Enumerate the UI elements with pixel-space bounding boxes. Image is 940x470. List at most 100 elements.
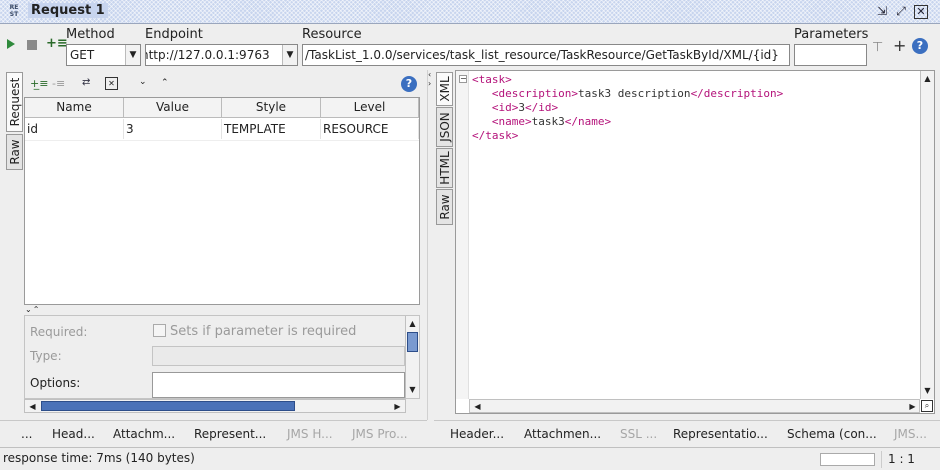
cursor-position: 1 : 1 [888, 452, 915, 466]
xml-line-task-open: <task> [472, 73, 512, 87]
search-icon[interactable]: ⌕ [921, 400, 933, 412]
xml-tag: </name> [564, 115, 612, 128]
clear-icon[interactable]: ✕ [105, 77, 118, 90]
tab-request[interactable]: Request [6, 72, 23, 132]
remove-param-icon[interactable]: -≡ [52, 77, 65, 90]
xml-line-id: <id>3</id> [472, 101, 558, 115]
param-details-panel: Required: Sets if parameter is required … [24, 315, 420, 399]
tab-response-headers[interactable]: Header... [450, 427, 504, 441]
tab-ssl-info[interactable]: SSL ... [620, 427, 657, 441]
scroll-down-icon[interactable]: ▼ [406, 383, 419, 396]
xml-line-name: <name>task3</name> [472, 115, 611, 129]
tab-response-representations[interactable]: Representatio... [673, 427, 768, 441]
response-hscrollbar[interactable]: ◀ ▶ [469, 399, 920, 413]
scroll-thumb[interactable] [407, 332, 418, 352]
scroll-up-icon[interactable]: ▲ [406, 317, 419, 330]
stop-button[interactable] [27, 40, 37, 50]
tab-html[interactable]: HTML [436, 148, 453, 188]
resource-label: Resource [302, 27, 362, 42]
tab-request-label: Request [7, 77, 22, 127]
move-down-icon[interactable]: ⌄ [139, 77, 147, 87]
add-to-testcase-icon[interactable]: +≡ [46, 36, 68, 51]
xml-tag: <task> [472, 73, 512, 86]
method-select[interactable]: GET ▼ [66, 44, 141, 66]
chevron-down-icon: ▼ [125, 45, 140, 65]
resource-input[interactable] [303, 45, 789, 65]
tab-json-label: JSON [437, 112, 452, 142]
parameters-label: Parameters [794, 27, 869, 42]
response-time-text: response time: 7ms (140 bytes) [3, 451, 195, 465]
param-value-cell[interactable]: 3 [124, 119, 222, 139]
column-header-style[interactable]: Style [222, 98, 321, 118]
scroll-up-icon[interactable]: ▲ [921, 72, 934, 85]
tab-json[interactable]: JSON [436, 107, 453, 147]
dock-icon[interactable]: ⇲ [874, 4, 890, 20]
tab-xml[interactable]: XML [436, 72, 453, 106]
xml-text: 3 [518, 101, 525, 114]
column-header-level[interactable]: Level [321, 98, 419, 118]
column-header-value[interactable]: Value [124, 98, 222, 118]
tab-strip-divider [0, 420, 427, 421]
param-style-cell[interactable]: TEMPLATE [222, 119, 321, 139]
required-label: Required: [30, 325, 88, 339]
move-up-icon[interactable]: ⌃ [161, 78, 169, 88]
endpoint-select[interactable]: http://127.0.0.1:9763 ▼ [145, 44, 298, 66]
chevron-down-icon: ▼ [282, 45, 297, 65]
tab-jms-properties[interactable]: JMS Pro... [352, 427, 408, 441]
add-param-icon[interactable]: +̲≡ [30, 77, 48, 90]
parameters-field[interactable] [794, 44, 867, 66]
required-checkbox[interactable] [153, 324, 166, 337]
tab-response-attachments[interactable]: Attachmen... [524, 427, 601, 441]
column-header-name[interactable]: Name [25, 98, 124, 118]
param-name-cell[interactable]: id [25, 119, 124, 139]
tab-attachments[interactable]: Attachm... [113, 427, 175, 441]
tab-html-label: HTML [437, 151, 452, 185]
help-icon[interactable]: ? [912, 38, 928, 54]
run-button[interactable] [6, 38, 16, 50]
split-arrows-icon[interactable]: ‹ › [428, 70, 431, 88]
fold-gutter [456, 71, 469, 399]
title-bar: RE ST Request 1 ⇲ ⤢ ✕ [0, 0, 940, 24]
split-divider[interactable] [427, 70, 428, 420]
tab-raw-response[interactable]: Raw [436, 189, 453, 225]
tab-headers[interactable]: Head... [52, 427, 95, 441]
collapse-icon[interactable]: − [459, 75, 467, 83]
options-field[interactable] [152, 372, 405, 398]
xml-text: task3 [531, 115, 565, 128]
maximize-icon[interactable]: ⤢ [893, 4, 909, 20]
param-level-cell[interactable]: RESOURCE [321, 119, 419, 139]
details-vscrollbar[interactable]: ▲ ▼ [405, 316, 419, 398]
scroll-left-icon[interactable]: ◀ [26, 400, 39, 413]
row-divider [25, 140, 419, 141]
parameters-input[interactable] [795, 45, 866, 65]
scroll-right-icon[interactable]: ▶ [391, 400, 404, 413]
url-encode-icon[interactable]: ⇄ [82, 77, 90, 88]
required-checkbox-label: Sets if parameter is required [170, 324, 357, 339]
scroll-down-icon[interactable]: ▼ [921, 384, 934, 397]
scroll-right-icon[interactable]: ▶ [906, 400, 919, 413]
tab-schema[interactable]: Schema (con... [787, 427, 877, 441]
type-field[interactable] [152, 346, 405, 366]
extract-params-icon[interactable]: ⊤ [872, 40, 883, 55]
xml-tag: </task> [472, 129, 519, 142]
response-vscrollbar[interactable]: ▲ ▼ [920, 71, 934, 399]
help-icon[interactable]: ? [401, 76, 417, 92]
close-icon[interactable]: ✕ [914, 5, 928, 19]
tab-raw-label: Raw [7, 139, 22, 165]
status-bar: response time: 7ms (140 bytes) 1 : 1 [0, 447, 940, 470]
add-param-icon[interactable]: + [893, 36, 906, 55]
tab-xml-label: XML [437, 76, 452, 102]
tab-jms[interactable]: JMS... [894, 427, 927, 441]
details-hscrollbar[interactable]: ◀ ▶ [24, 399, 406, 413]
resource-field[interactable] [302, 44, 790, 66]
tab-raw-request[interactable]: Raw [6, 134, 23, 170]
scroll-thumb[interactable] [41, 401, 295, 411]
tab-more[interactable]: ... [21, 427, 32, 441]
scroll-left-icon[interactable]: ◀ [471, 400, 484, 413]
tab-jms-headers[interactable]: JMS H... [287, 427, 333, 441]
tab-representations[interactable]: Represent... [194, 427, 266, 441]
endpoint-label: Endpoint [145, 27, 203, 42]
splitter-arrows-icon[interactable]: ⌄⌃ [25, 305, 40, 314]
method-value: GET [70, 48, 95, 62]
response-editor[interactable]: − <task> <description>task3 description<… [455, 70, 935, 414]
